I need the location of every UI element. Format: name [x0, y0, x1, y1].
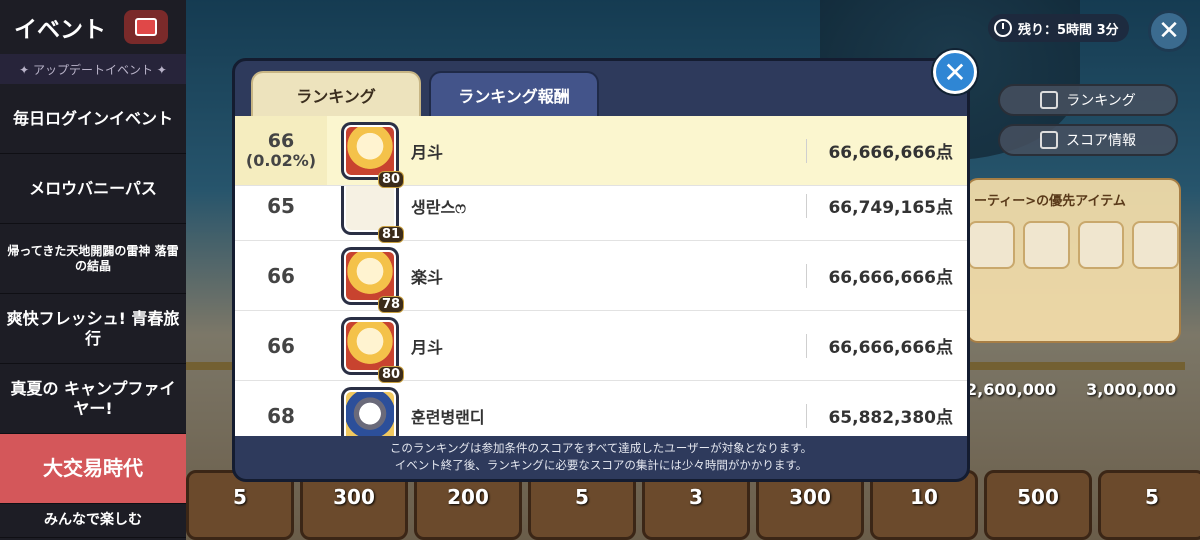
- player-score: 66,666,666点: [828, 268, 953, 288]
- priority-items-panel: ーティー>の優先アイテム: [966, 178, 1181, 343]
- player-avatar: 80: [341, 316, 405, 383]
- ranking-row[interactable]: 66 80 月斗 66,666,666点: [235, 311, 967, 383]
- remaining-time: 残り：5時間 3分: [988, 14, 1129, 42]
- sidebar-item-thunder-crystal[interactable]: 帰ってきた天地開闢の雷神 落雷の結晶: [0, 224, 186, 294]
- priority-item[interactable]: [1022, 221, 1070, 269]
- footer-line: イベント終了後、ランキングに必要なスコアの集計には少々時間がかかります。: [394, 458, 808, 472]
- player-name: 月斗: [411, 337, 444, 357]
- sidebar-item-fresh-trip[interactable]: 爽快フレッシュ! 青春旅行: [0, 294, 186, 364]
- my-rank-percent: (0.02%): [245, 151, 317, 171]
- modal-close-icon[interactable]: ✕: [933, 50, 977, 94]
- ranking-list[interactable]: 65 81 생란스ෆ 66,749,165点 66 78 楽斗 66,666,6…: [235, 116, 967, 436]
- player-score: 65,882,380点: [828, 408, 953, 428]
- ranking-footer-note: このランキングは参加条件のスコアをすべて達成したユーザーが対象となります。 イベ…: [235, 436, 967, 478]
- my-avatar: 80: [341, 121, 405, 188]
- score-info-button[interactable]: スコア情報: [998, 124, 1178, 156]
- clock-icon: [994, 19, 1012, 37]
- gift-icon: [1040, 91, 1059, 109]
- milestone-labels: 2,600,000 3,000,000: [966, 380, 1176, 399]
- reward-slot[interactable]: 5: [1098, 470, 1200, 540]
- tab-ranking[interactable]: ランキング: [251, 71, 421, 117]
- player-name: 생란스ෆ: [411, 197, 466, 217]
- player-level: 78: [378, 295, 405, 313]
- player-level: 81: [378, 225, 405, 243]
- priority-item[interactable]: [1132, 221, 1179, 269]
- rank-number: 66: [267, 263, 295, 288]
- priority-item[interactable]: [968, 221, 1015, 269]
- my-rank-cell: 66 (0.02%): [235, 116, 327, 185]
- player-score: 66,666,666点: [828, 338, 953, 358]
- ranking-button-label: ランキング: [1066, 93, 1136, 109]
- sidebar-title: イベント: [14, 17, 106, 43]
- player-score: 66,749,165点: [828, 198, 953, 218]
- footer-line: このランキングは参加条件のスコアをすべて達成したユーザーが対象となります。: [389, 441, 813, 455]
- milestone-value: 2,600,000: [966, 380, 1057, 399]
- tab-ranking-rewards[interactable]: ランキング報酬: [429, 71, 599, 117]
- sidebar-item-daily-login[interactable]: 毎日ログインイベント: [0, 84, 186, 154]
- event-close-icon[interactable]: ✕: [1148, 10, 1190, 52]
- sidebar-section-label: ✦ アップデートイベント ✦: [0, 54, 186, 84]
- gift-box-icon[interactable]: [124, 10, 168, 44]
- player-level: 80: [378, 365, 405, 383]
- score-info-label: スコア情報: [1066, 133, 1136, 149]
- sidebar-item-campfire[interactable]: 真夏の キャンプファイヤー!: [0, 364, 186, 434]
- rank-number: 68: [267, 403, 295, 428]
- ranking-button[interactable]: ランキング: [998, 84, 1178, 116]
- sidebar-header: イベント: [0, 0, 186, 54]
- priority-items-title: ーティー>の優先アイテム: [974, 194, 1126, 209]
- reward-slot[interactable]: 500: [984, 470, 1092, 540]
- remaining-time-text: 残り：5時間 3分: [1018, 22, 1119, 38]
- ranking-row[interactable]: 66 78 楽斗 66,666,666点: [235, 241, 967, 313]
- priority-item[interactable]: [1077, 221, 1125, 269]
- ranking-modal: ランキング ランキング報酬 65 81 생란스ෆ 66,749,165点 66 …: [232, 58, 970, 482]
- player-avatar: 78: [341, 246, 405, 313]
- info-icon: [1040, 131, 1058, 149]
- player-name: 楽斗: [411, 267, 444, 287]
- sidebar-item-great-trade-era[interactable]: 大交易時代: [0, 434, 186, 504]
- rank-number: 66: [267, 333, 295, 358]
- ranking-row[interactable]: 68 84 훈련병랜디 65,882,380点: [235, 381, 967, 436]
- sidebar-item-mellow-bunny-pass[interactable]: メロウバニーパス: [0, 154, 186, 224]
- player-avatar: 84: [341, 386, 405, 436]
- milestone-value: 3,000,000: [1086, 380, 1177, 399]
- my-rank-row: 66 (0.02%) 80 月斗 66,666,666点: [235, 116, 967, 188]
- modal-tabs: ランキング ランキング報酬: [251, 71, 599, 117]
- my-level: 80: [378, 170, 405, 188]
- event-sidebar: イベント ✦ アップデートイベント ✦ 毎日ログインイベント メロウバニーパス …: [0, 0, 186, 540]
- sidebar-item-enjoy-together[interactable]: みんなで楽しむ: [0, 504, 186, 538]
- my-rank-number: 66: [267, 130, 295, 153]
- my-name: 月斗: [411, 142, 444, 162]
- my-score: 66,666,666点: [828, 143, 953, 163]
- player-name: 훈련병랜디: [411, 407, 485, 427]
